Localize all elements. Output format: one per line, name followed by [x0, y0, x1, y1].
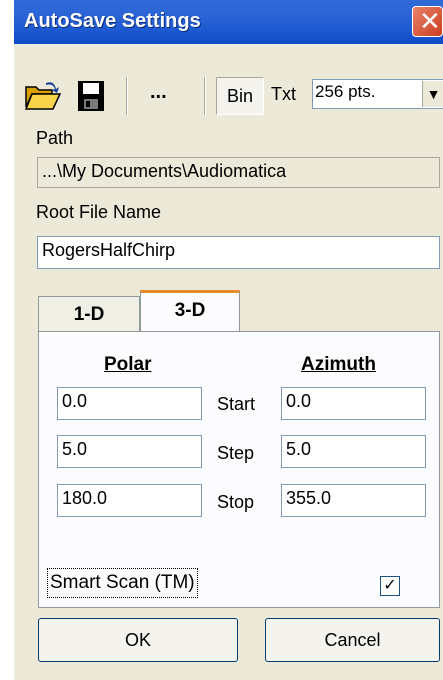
polar-stop-input[interactable]: 180.0	[57, 484, 202, 517]
close-icon: ✕	[419, 6, 441, 36]
toolbar: ... Bin Txt 256 pts. ▼	[18, 73, 443, 121]
window-title: AutoSave Settings	[24, 10, 201, 32]
smart-scan-checkbox[interactable]: ✓	[380, 576, 400, 596]
path-field: ...\My Documents\Audiomatica	[37, 157, 440, 188]
polar-start-input[interactable]: 0.0	[57, 387, 202, 420]
tab-3d[interactable]: 3-D	[140, 290, 240, 333]
bin-toggle-button[interactable]: Bin	[216, 77, 264, 115]
txt-toggle-button[interactable]: Txt	[271, 84, 296, 105]
check-icon: ✓	[383, 577, 397, 594]
autosave-settings-window: AutoSave Settings ✕ ... Bin Txt 256 pts.…	[14, 0, 443, 680]
smart-scan-label[interactable]: Smart Scan (TM)	[47, 568, 198, 598]
azimuth-start-input[interactable]: 0.0	[281, 387, 426, 420]
polar-header: Polar	[104, 354, 152, 375]
points-dropdown[interactable]: 256 pts. ▼	[312, 79, 443, 109]
tab-panel-3d	[38, 331, 440, 608]
azimuth-step-input[interactable]: 5.0	[281, 435, 426, 468]
open-folder-icon[interactable]	[24, 79, 62, 118]
polar-step-input[interactable]: 5.0	[57, 435, 202, 468]
toolbar-separator	[126, 77, 128, 115]
stop-label: Stop	[217, 492, 255, 512]
tab-1d[interactable]: 1-D	[38, 296, 140, 336]
root-file-name-label: Root File Name	[36, 202, 162, 222]
more-button[interactable]: ...	[150, 81, 167, 104]
chevron-down-icon[interactable]: ▼	[422, 81, 443, 107]
cancel-button[interactable]: Cancel	[265, 618, 440, 662]
azimuth-header: Azimuth	[301, 354, 376, 375]
root-file-name-input[interactable]: RogersHalfChirp	[37, 236, 440, 269]
azimuth-stop-input[interactable]: 355.0	[281, 484, 426, 517]
step-label: Step	[217, 443, 255, 463]
floppy-save-icon[interactable]	[76, 79, 106, 118]
start-label: Start	[217, 394, 256, 414]
ok-button[interactable]: OK	[38, 618, 238, 662]
points-value: 256 pts.	[315, 82, 376, 101]
title-bar[interactable]: AutoSave Settings ✕	[14, 0, 443, 44]
toolbar-separator	[204, 77, 206, 115]
close-button[interactable]: ✕	[412, 6, 443, 37]
path-label: Path	[36, 128, 74, 148]
